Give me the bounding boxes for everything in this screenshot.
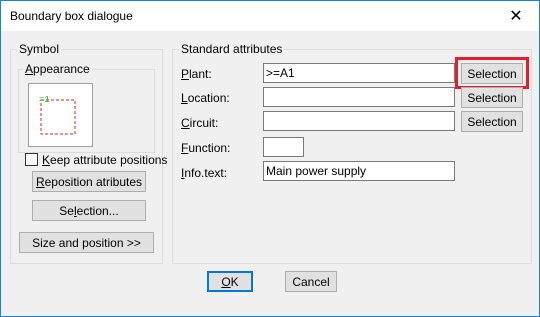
plant-label: Plant: <box>181 67 212 81</box>
close-icon[interactable]: ✕ <box>493 1 539 31</box>
dialog-window: Boundary box dialogue ✕ Symbol Appearanc… <box>0 0 540 317</box>
keep-positions-label: Keep attribute positions <box>42 153 168 167</box>
symbol-selection-button[interactable]: Se l ection... <box>32 200 146 221</box>
location-input[interactable] <box>263 87 455 107</box>
preview-label: =1 <box>39 95 50 105</box>
selection-highlight-box <box>455 57 529 89</box>
function-input[interactable] <box>263 137 304 157</box>
cancel-button[interactable]: Cancel <box>285 271 337 292</box>
symbol-preview: =1 <box>28 83 93 147</box>
plant-input[interactable]: >=A1 <box>263 63 455 83</box>
location-selection-button[interactable]: Selection <box>461 87 523 108</box>
preview-boundary-box <box>40 99 76 135</box>
standard-attributes-title: Standard attributes <box>179 42 285 56</box>
title-bar: Boundary box dialogue ✕ <box>1 1 539 31</box>
symbol-preview-graphic: =1 <box>39 95 76 135</box>
size-and-position-button[interactable]: Size and position >> <box>19 232 154 253</box>
info-text-input[interactable]: Main power supply <box>263 161 455 181</box>
symbol-group-title: Symbol <box>17 42 62 56</box>
reposition-attributes-button[interactable]: Reposition atributes <box>32 171 146 192</box>
ok-button[interactable]: OK <box>207 271 253 292</box>
info-text-label: Info.text: <box>181 166 228 180</box>
window-title: Boundary box dialogue <box>10 9 133 23</box>
circuit-input[interactable] <box>263 111 455 131</box>
appearance-group-title: Appearance <box>23 62 92 76</box>
function-label: Function: <box>181 141 231 155</box>
circuit-selection-button[interactable]: Selection <box>461 111 523 132</box>
location-label: Location: <box>181 91 230 105</box>
circuit-label: Circuit: <box>181 116 219 130</box>
keep-positions-checkbox[interactable] <box>25 153 38 166</box>
